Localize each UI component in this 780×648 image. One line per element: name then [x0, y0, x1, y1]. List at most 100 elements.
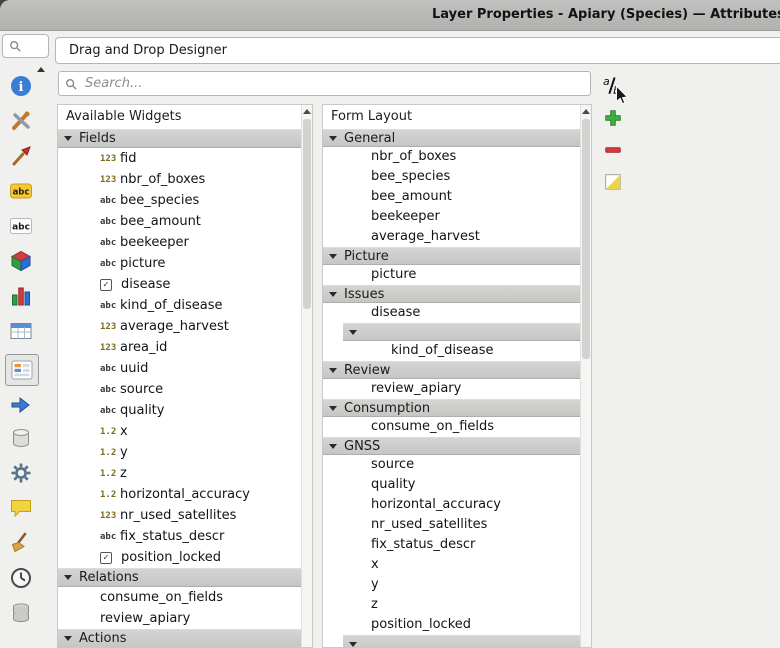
form-field-item[interactable]: disease [323, 303, 581, 323]
form-field-item[interactable]: horizontal_accuracy [323, 495, 581, 515]
split-square-button[interactable] [601, 170, 625, 194]
text-field-icon: abc [100, 217, 120, 227]
widget-item[interactable]: abcquality [58, 400, 302, 421]
available-widgets-scrollbar[interactable] [301, 105, 312, 647]
form-field-item[interactable]: quality [323, 475, 581, 495]
form-field-item[interactable]: review_apiary [323, 379, 581, 399]
widget-item[interactable]: abckind_of_disease [58, 295, 302, 316]
remove-container-button[interactable] [601, 138, 625, 162]
information-icon[interactable]: i [5, 74, 37, 98]
rendering-icon[interactable] [5, 531, 37, 555]
svg-text:i: i [19, 80, 24, 95]
ab-alias-toggle-button[interactable]: ab [600, 74, 624, 98]
minus-icon [603, 140, 623, 160]
group-label: Relations [79, 570, 139, 585]
search-input[interactable] [83, 75, 584, 92]
split-square-icon [603, 172, 623, 192]
widget-item[interactable]: ✓disease [58, 274, 302, 295]
form-field-item[interactable]: kind_of_disease [323, 341, 581, 361]
widget-item[interactable]: ✓position_locked [58, 547, 302, 568]
widget-group-fields[interactable]: Fields [58, 129, 302, 148]
widget-item[interactable]: abcuuid [58, 358, 302, 379]
form-container-issues[interactable]: Issues [323, 285, 581, 303]
alias-a-glyph: a [603, 75, 610, 88]
scrollbar-thumb[interactable] [303, 119, 311, 309]
form-field-item[interactable]: average_harvest [323, 227, 581, 247]
form-container-unnamed[interactable] [343, 635, 581, 647]
form-field-item[interactable]: x [323, 555, 581, 575]
widget-item[interactable]: abcpicture [58, 253, 302, 274]
widget-item[interactable]: abcbee_species [58, 190, 302, 211]
collapse-triangle-icon [329, 444, 337, 449]
form-container-review[interactable]: Review [323, 361, 581, 379]
widget-item[interactable]: 123fid [58, 148, 302, 169]
form-container-unnamed[interactable] [343, 323, 581, 341]
widget-item[interactable]: abcbeekeeper [58, 232, 302, 253]
widget-item[interactable]: 123nr_used_satellites [58, 505, 302, 526]
widget-item[interactable]: 123nbr_of_boxes [58, 169, 302, 190]
form-container-general[interactable]: General [323, 129, 581, 147]
fields-icon[interactable] [5, 319, 37, 343]
3d-view-icon[interactable] [5, 249, 37, 273]
titlebar[interactable]: Layer Properties - Apiary (Species) — At… [0, 0, 780, 31]
widget-item[interactable]: 123area_id [58, 337, 302, 358]
form-container-gnss[interactable]: GNSS [323, 437, 581, 455]
designer-mode-select[interactable]: Drag and Drop Designer [55, 37, 780, 64]
form-field-item[interactable]: position_locked [323, 615, 581, 635]
source-icon[interactable] [5, 109, 37, 133]
form-field-item[interactable]: nr_used_satellites [323, 515, 581, 535]
widget-item[interactable]: 1.2z [58, 463, 302, 484]
form-field-item[interactable]: nbr_of_boxes [323, 147, 581, 167]
widget-item[interactable]: abcfix_status_descr [58, 526, 302, 547]
form-field-item[interactable]: beekeeper [323, 207, 581, 227]
variables-icon[interactable] [5, 601, 37, 625]
widget-item[interactable]: abcsource [58, 379, 302, 400]
collapse-triangle-icon [329, 406, 337, 411]
actions-icon[interactable] [5, 461, 37, 485]
form-field-item[interactable]: bee_amount [323, 187, 581, 207]
widget-item-label: uuid [120, 361, 148, 376]
scroll-up-arrow-icon[interactable] [303, 109, 311, 114]
form-field-item[interactable]: fix_status_descr [323, 535, 581, 555]
form-container-consumption[interactable]: Consumption [323, 399, 581, 417]
text-field-icon: abc [100, 364, 120, 374]
attributes-form-icon[interactable] [5, 354, 39, 386]
widget-item[interactable]: 1.2horizontal_accuracy [58, 484, 302, 505]
joins-icon[interactable] [5, 391, 37, 415]
widget-item-label: average_harvest [120, 319, 229, 334]
display-icon[interactable] [5, 496, 37, 520]
search-box [58, 71, 591, 96]
symbology-icon[interactable] [5, 144, 37, 168]
form-layout-scrollbar[interactable] [580, 105, 591, 647]
widget-item[interactable]: 123average_harvest [58, 316, 302, 337]
scrollbar-thumb[interactable] [582, 119, 590, 359]
text-field-icon: abc [100, 259, 120, 269]
widget-item-label: kind_of_disease [120, 298, 223, 313]
widget-item[interactable]: review_apiary [58, 608, 302, 629]
text-field-icon: abc [100, 406, 120, 416]
form-field-item[interactable]: bee_species [323, 167, 581, 187]
form-field-item[interactable]: consume_on_fields [323, 417, 581, 437]
widget-item[interactable]: 1.2y [58, 442, 302, 463]
form-field-item[interactable]: y [323, 575, 581, 595]
temporal-icon[interactable] [5, 566, 37, 590]
widget-group-relations[interactable]: Relations [58, 568, 302, 587]
form-field-item[interactable]: picture [323, 265, 581, 285]
form-container-picture[interactable]: Picture [323, 247, 581, 265]
diagrams-icon[interactable] [5, 284, 37, 308]
auxiliary-storage-icon[interactable] [5, 426, 37, 450]
scroll-up-arrow-icon[interactable] [582, 109, 590, 114]
masks-icon[interactable]: abc [5, 214, 37, 238]
container-label: GNSS [344, 439, 380, 454]
labels-icon[interactable]: abc [5, 179, 37, 203]
widget-item-label: z [120, 466, 127, 481]
form-field-item[interactable]: source [323, 455, 581, 475]
properties-filter-box[interactable] [2, 34, 49, 58]
widget-item[interactable]: 1.2x [58, 421, 302, 442]
widget-item[interactable]: consume_on_fields [58, 587, 302, 608]
add-container-button[interactable] [601, 106, 625, 130]
widget-item[interactable]: abcbee_amount [58, 211, 302, 232]
sidebar-scroll-up-button[interactable] [37, 67, 45, 72]
widget-group-actions[interactable]: Actions [58, 629, 302, 647]
form-field-item[interactable]: z [323, 595, 581, 615]
